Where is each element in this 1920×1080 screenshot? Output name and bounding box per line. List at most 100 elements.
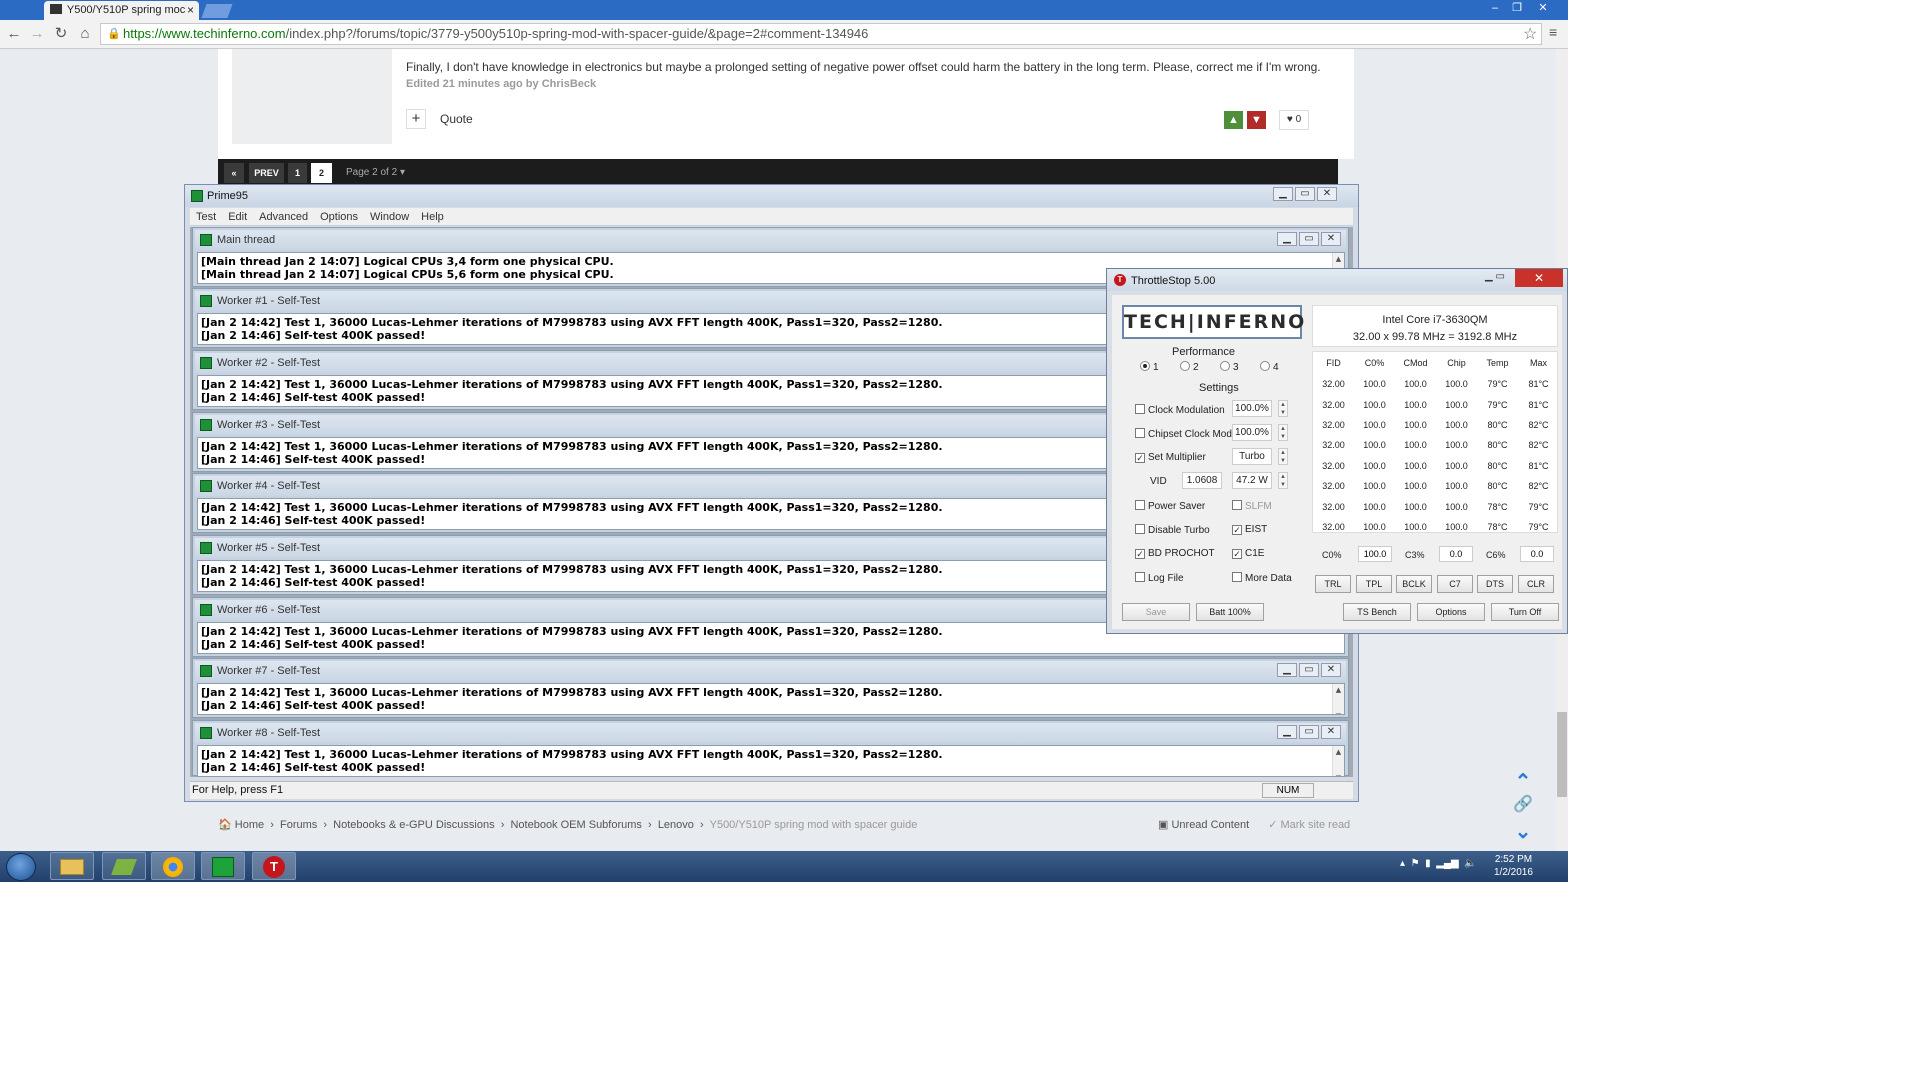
dts-button[interactable]: DTS [1477,575,1513,593]
breadcrumb-lenovo[interactable]: Lenovo [658,819,694,831]
page-2-button[interactable]: 2 [311,163,332,183]
battery-button[interactable]: Batt 100% [1196,603,1264,621]
back-icon[interactable]: ← [4,24,24,44]
menu-test[interactable]: Test [190,208,222,226]
maximize-icon[interactable]: ▭ [1299,232,1319,246]
breadcrumb-home[interactable]: Home [235,819,264,831]
tpl-button[interactable]: TPL [1356,575,1392,593]
chipset-clock-mod-value[interactable]: 100.0% [1232,424,1272,441]
close-icon[interactable]: ✕ [1321,232,1341,246]
menu-window[interactable]: Window [364,208,415,226]
mark-read-link[interactable]: ✓ Mark site read [1268,819,1350,831]
minimize-icon[interactable]: ▁ [1277,725,1297,739]
child-titlebar[interactable]: Worker #7 - Self-Test ▁ ▭ ✕ [195,661,1346,681]
log-scrollbar[interactable]: ▲▼ [1332,746,1344,776]
chipset-clock-mod-spinner[interactable]: ▲ ▼ [1278,424,1288,441]
unread-content-link[interactable]: ▣ Unread Content [1158,819,1249,831]
profile-2-radio[interactable]: 2 [1180,361,1199,373]
new-tab-button[interactable] [201,4,233,18]
maximize-icon[interactable]: ▭ [1299,663,1319,677]
prev-page-button[interactable]: PREV [249,163,284,183]
ts-minimize-icon[interactable]: ▁ ▭ [1485,271,1505,282]
forward-icon[interactable]: → [27,24,47,44]
clr-button[interactable]: CLR [1518,575,1554,593]
menu-edit[interactable]: Edit [222,208,253,226]
close-icon[interactable]: ✕ [1317,187,1337,201]
breadcrumb-forums[interactable]: Forums [280,819,317,831]
eist-checkbox[interactable]: ✓ EIST [1232,524,1267,535]
breadcrumb-oem[interactable]: Notebook OEM Subforums [510,819,641,831]
clock-modulation-checkbox[interactable]: Clock Modulation [1135,404,1225,416]
profile-1-radio[interactable]: 1 [1140,361,1159,373]
browser-menu-icon[interactable]: ≡ [1549,24,1557,40]
turn-off-button[interactable]: Turn Off [1491,603,1559,621]
minimize-icon[interactable]: ▁ [1273,187,1293,201]
child-titlebar[interactable]: Main thread ▁ ▭ ✕ [195,230,1346,250]
multiplier-spinner[interactable]: ▲ ▼ [1278,448,1288,465]
throttlestop-titlebar[interactable]: T ThrottleStop 5.00 ▁ ▭ ✕ [1107,269,1567,291]
start-button[interactable] [6,853,36,881]
page-jump-dropdown[interactable]: Page 2 of 2 ▾ [346,167,405,178]
explorer-taskbar-icon[interactable] [50,852,94,880]
scroll-bottom-icon[interactable]: ⌄ [1512,822,1534,842]
reload-icon[interactable]: ↻ [51,24,71,44]
more-data-checkbox[interactable]: More Data [1232,572,1292,584]
upvote-button[interactable]: ▲ [1224,111,1243,129]
first-page-button[interactable]: « [224,163,244,183]
menu-options[interactable]: Options [314,208,364,226]
app-taskbar-icon[interactable] [102,852,146,880]
tab-close-icon[interactable]: × [187,3,194,17]
prime95-titlebar[interactable]: Prime95 ▁ ▭ ✕ [185,185,1358,207]
bookmark-star-icon[interactable]: ☆ [1523,24,1537,44]
clock-modulation-spinner[interactable]: ▲ ▼ [1278,400,1288,417]
power-saver-checkbox[interactable]: Power Saver [1135,500,1205,512]
browser-tab[interactable]: Y500/Y510P spring moc × [44,1,199,20]
prime95-taskbar-icon[interactable] [201,852,245,880]
close-icon[interactable]: ✕ [1321,725,1341,739]
scroll-top-icon[interactable]: ⌃ [1512,772,1534,792]
c7-button[interactable]: C7 [1437,575,1473,593]
menu-help[interactable]: Help [415,208,450,226]
chipset-clock-mod-checkbox[interactable]: Chipset Clock Mod [1135,428,1232,440]
clock-modulation-value[interactable]: 100.0% [1232,400,1272,417]
profile-4-radio[interactable]: 4 [1260,361,1279,373]
set-multiplier-checkbox[interactable]: ✓ Set Multiplier [1135,452,1206,463]
c1e-checkbox[interactable]: ✓ C1E [1232,548,1264,559]
close-icon[interactable]: ✕ [1321,663,1341,677]
downvote-button[interactable]: ▼ [1247,111,1266,129]
save-button[interactable]: Save [1122,603,1190,621]
chrome-taskbar-icon[interactable] [151,852,195,880]
power-spinner[interactable]: ▲ ▼ [1278,472,1288,489]
log-file-checkbox[interactable]: Log File [1135,572,1184,584]
maximize-icon[interactable]: ▭ [1299,725,1319,739]
home-icon[interactable]: ⌂ [75,24,95,44]
bd-prochot-checkbox[interactable]: ✓ BD PROCHOT [1135,548,1215,559]
multiplier-value[interactable]: Turbo [1232,448,1272,465]
close-window-button[interactable]: ✕ [1532,0,1554,16]
multiquote-button[interactable]: + [406,109,426,129]
child-titlebar[interactable]: Worker #8 - Self-Test ▁ ▭ ✕ [195,723,1346,743]
ts-bench-button[interactable]: TS Bench [1343,603,1411,621]
page-1-button[interactable]: 1 [288,163,307,183]
maximize-icon[interactable]: ▭ [1295,187,1315,201]
log-scrollbar[interactable]: ▲▼ [1332,684,1344,714]
quote-button[interactable]: Quote [440,112,473,126]
menu-advanced[interactable]: Advanced [253,208,314,226]
ts-close-icon[interactable]: ✕ [1515,269,1563,287]
restore-window-button[interactable]: ❐ [1506,0,1528,16]
disable-turbo-checkbox[interactable]: Disable Turbo [1135,524,1210,536]
bclk-button[interactable]: BCLK [1396,575,1432,593]
share-link-icon[interactable]: 🔗 [1512,795,1534,815]
page-scrollbar-thumb[interactable] [1557,712,1567,797]
address-bar[interactable]: 🔒 https://www.techinferno.com/index.php?… [100,23,1542,45]
profile-3-radio[interactable]: 3 [1220,361,1239,373]
like-button[interactable]: ♥ 0 [1279,110,1309,130]
trl-button[interactable]: TRL [1315,575,1351,593]
throttlestop-taskbar-icon[interactable]: T [252,852,296,880]
breadcrumb-notebooks[interactable]: Notebooks & e-GPU Discussions [333,819,494,831]
options-button[interactable]: Options [1417,603,1485,621]
system-tray[interactable]: ▴ ⚑ ▮ ▂▄▆ 🔈 [1400,858,1477,869]
minimize-icon[interactable]: ▁ [1277,663,1297,677]
taskbar-clock[interactable]: 2:52 PM 1/2/2016 [1494,853,1533,879]
minimize-window-button[interactable]: – [1484,0,1506,16]
